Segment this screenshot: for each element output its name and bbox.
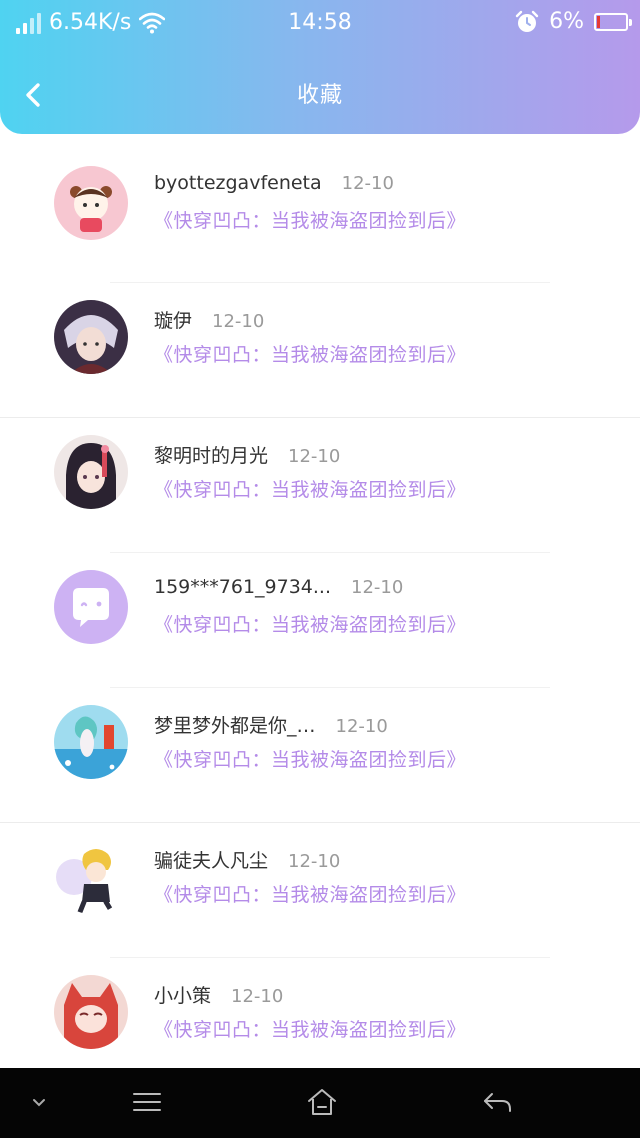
battery-percent: 6%: [549, 9, 584, 34]
battery-level-fill: [597, 16, 600, 28]
avatar[interactable]: [54, 435, 128, 509]
book-title[interactable]: 《快穿凹凸：当我被海盗团捡到后》: [154, 206, 466, 233]
favorite-date: 12-10: [335, 716, 388, 737]
back-arrow-icon: [484, 1093, 511, 1112]
favorite-date: 12-10: [231, 986, 284, 1007]
favorite-date: 12-10: [288, 446, 341, 467]
nav-bar: 收藏: [0, 62, 640, 128]
page-title: 收藏: [296, 83, 343, 108]
back-nav-button[interactable]: [480, 1088, 516, 1116]
favorite-date: 12-10: [288, 851, 341, 872]
home-icon: [308, 1089, 336, 1115]
book-title[interactable]: 《快穿凹凸：当我被海盗团捡到后》: [154, 475, 466, 502]
avatar[interactable]: [54, 570, 128, 644]
list-item[interactable]: 小小策 12-10 《快穿凹凸：当我被海盗团捡到后》: [0, 958, 640, 1068]
status-right: 6%: [515, 9, 632, 35]
system-navigation-bar: [0, 1068, 640, 1138]
user-name: byottezgavfeneta: [154, 172, 322, 194]
list-item[interactable]: 梦里梦外都是你_… 12-10 《快穿凹凸：当我被海盗团捡到后》: [0, 688, 640, 823]
default-avatar-icon: [54, 570, 128, 644]
menu-button[interactable]: [130, 1088, 164, 1116]
menu-icon: [133, 1093, 161, 1111]
collapse-button[interactable]: [28, 1092, 50, 1114]
book-title[interactable]: 《快穿凹凸：当我被海盗团捡到后》: [154, 745, 466, 772]
book-title[interactable]: 《快穿凹凸：当我被海盗团捡到后》: [154, 1015, 466, 1042]
alarm-icon: [515, 10, 539, 32]
avatar[interactable]: [54, 300, 128, 374]
header: 6.54K/s 14:58 6% 收藏: [0, 0, 640, 134]
avatar[interactable]: [54, 166, 128, 240]
book-title[interactable]: 《快穿凹凸：当我被海盗团捡到后》: [154, 880, 466, 907]
home-button[interactable]: [304, 1086, 340, 1118]
user-name: 梦里梦外都是你_…: [154, 715, 316, 737]
user-name: 璇伊: [154, 310, 193, 332]
avatar[interactable]: [54, 840, 128, 914]
list-item[interactable]: 璇伊 12-10 《快穿凹凸：当我被海盗团捡到后》: [0, 283, 640, 418]
avatar[interactable]: [54, 705, 128, 779]
list-item[interactable]: 黎明时的月光 12-10 《快穿凹凸：当我被海盗团捡到后》: [0, 418, 640, 553]
favorite-date: 12-10: [212, 311, 265, 332]
status-bar: 6.54K/s 14:58 6%: [0, 0, 640, 46]
favorites-list: byottezgavfeneta 12-10 《快穿凹凸：当我被海盗团捡到后》 …: [0, 148, 640, 1068]
user-name: 骗徒夫人凡尘: [154, 850, 269, 872]
favorite-date: 12-10: [341, 173, 394, 194]
list-item[interactable]: 159***761_9734... 12-10 《快穿凹凸：当我被海盗团捡到后》: [0, 553, 640, 688]
chevron-down-icon: [33, 1099, 45, 1107]
user-name: 小小策: [154, 985, 212, 1007]
book-title[interactable]: 《快穿凹凸：当我被海盗团捡到后》: [154, 340, 466, 367]
favorite-date: 12-10: [351, 577, 404, 598]
list-item[interactable]: 骗徒夫人凡尘 12-10 《快穿凹凸：当我被海盗团捡到后》: [0, 823, 640, 958]
avatar[interactable]: [54, 975, 128, 1049]
book-title[interactable]: 《快穿凹凸：当我被海盗团捡到后》: [154, 610, 466, 637]
list-item[interactable]: byottezgavfeneta 12-10 《快穿凹凸：当我被海盗团捡到后》: [0, 148, 640, 283]
user-name: 黎明时的月光: [154, 445, 269, 467]
user-name: 159***761_9734...: [154, 576, 332, 598]
battery-icon: [594, 13, 632, 31]
